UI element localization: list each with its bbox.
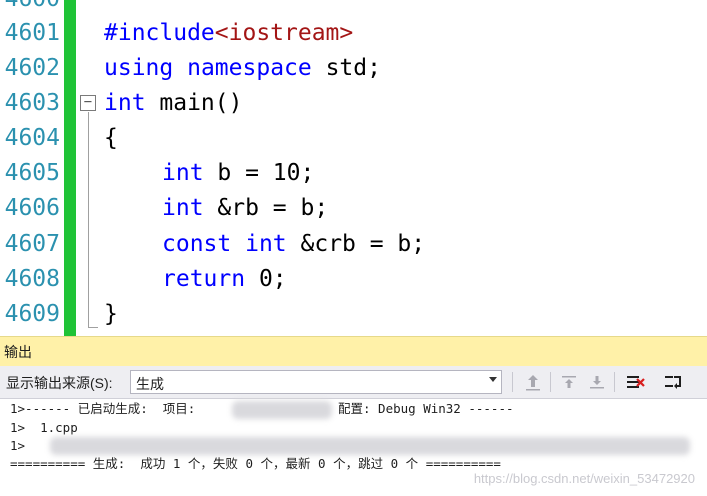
go-to-previous-icon[interactable]: [558, 371, 580, 393]
output-line: 1>: [10, 438, 26, 453]
code-text: std;: [311, 55, 381, 81]
redacted-blur: [232, 401, 332, 419]
output-panel-title: 输出: [4, 344, 32, 360]
code-text: &rb = b;: [203, 195, 329, 221]
toolbar-separator: [512, 372, 513, 392]
watermark: https://blog.csdn.net/weixin_53472920: [473, 471, 695, 486]
output-line: 配置: Debug Win32 ------: [338, 401, 514, 416]
keyword: return: [162, 266, 246, 292]
output-toolbar: 显示输出来源(S): 生成: [0, 366, 707, 398]
code-text: b = 10;: [203, 160, 315, 186]
output-source-dropdown[interactable]: 生成: [130, 370, 502, 394]
toolbar-separator: [614, 372, 615, 392]
include-target: <iostream>: [214, 20, 354, 46]
line-number: 4601: [4, 20, 60, 46]
code-line-close-brace[interactable]: }: [104, 297, 118, 332]
line-number: 4606: [4, 195, 60, 221]
keyword: using: [104, 55, 174, 81]
output-text-area[interactable]: 1>------ 已启动生成: 项目: 配置: Debug Win32 ----…: [0, 398, 707, 496]
redacted-blur: [50, 437, 690, 455]
output-line: ========== 生成: 成功 1 个，失败 0 个，最新 0 个，跳过 0…: [10, 456, 501, 471]
go-to-next-icon[interactable]: [586, 371, 608, 393]
output-source-label: 显示输出来源(S):: [6, 375, 113, 391]
output-panel-title-bar[interactable]: 输出: [0, 336, 707, 366]
output-line: 1> 1.cpp: [10, 420, 78, 435]
line-number: 4604: [4, 125, 60, 151]
keyword: int: [245, 231, 287, 257]
toolbar-separator: [550, 372, 551, 392]
code-text: &crb = b;: [286, 231, 426, 257]
code-text: 0;: [245, 266, 287, 292]
keyword: const: [162, 231, 232, 257]
line-number: 4600: [0, 0, 60, 17]
line-number: 4605: [4, 160, 60, 186]
change-tracking-bar: [64, 0, 76, 336]
output-line: 1>------ 已启动生成: 项目:: [10, 401, 203, 416]
fold-guide-line: [88, 112, 89, 328]
include-directive: #include: [104, 20, 215, 46]
line-number: 4602: [4, 55, 60, 81]
code-line-open-brace[interactable]: {: [104, 121, 118, 156]
keyword: int: [162, 195, 204, 221]
line-number: 4607: [4, 231, 60, 257]
collapse-icon[interactable]: −: [80, 95, 96, 111]
keyword: namespace: [187, 55, 312, 81]
go-to-previous-message-icon[interactable]: [522, 371, 544, 393]
toggle-word-wrap-icon[interactable]: [662, 371, 684, 393]
code-line-include[interactable]: #include<iostream>: [104, 16, 353, 51]
code-editor[interactable]: 4600 4601 4602 4603 4604 4605 4606 4607 …: [0, 0, 707, 336]
fold-guide-end: [88, 327, 98, 328]
code-text: main(): [145, 90, 243, 116]
keyword: int: [162, 160, 204, 186]
code-line-main[interactable]: int main(): [104, 86, 242, 121]
code-line-int-b[interactable]: int b = 10;: [162, 156, 314, 191]
line-number: 4608: [4, 266, 60, 292]
line-number: 4609: [4, 301, 60, 327]
line-number: 4603: [4, 90, 60, 116]
code-line-using[interactable]: using namespace std;: [104, 51, 381, 86]
code-line-return[interactable]: return 0;: [162, 262, 287, 297]
output-source-value: 生成: [136, 376, 164, 392]
keyword: int: [104, 90, 146, 116]
code-line-int-rb[interactable]: int &rb = b;: [162, 191, 328, 226]
chevron-down-icon: [489, 377, 497, 382]
code-line-const-crb[interactable]: const int &crb = b;: [162, 227, 425, 262]
clear-all-icon[interactable]: [624, 371, 646, 393]
